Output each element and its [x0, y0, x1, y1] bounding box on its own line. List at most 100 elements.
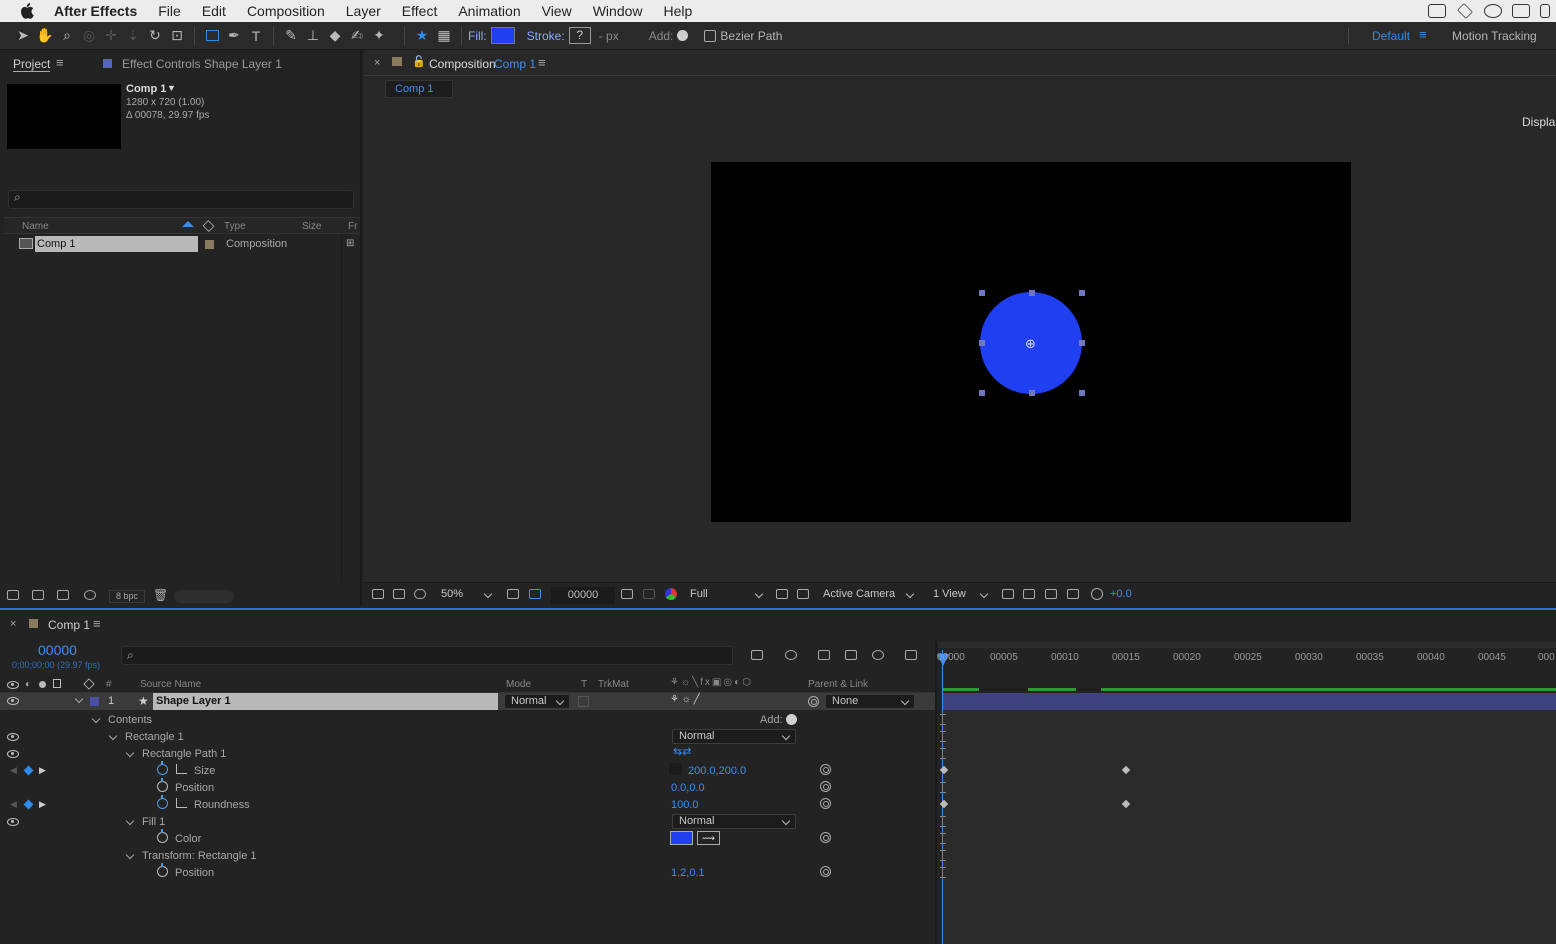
bbox-handle[interactable] [1029, 290, 1035, 296]
menu-animation[interactable]: Animation [458, 3, 520, 19]
video-toggle-icon[interactable] [7, 681, 19, 689]
item-label-chip[interactable] [205, 240, 214, 249]
color-channels-icon[interactable] [665, 588, 677, 600]
rect-path-chevron[interactable] [125, 748, 135, 758]
comp-info-name[interactable]: Comp 1 [126, 83, 166, 95]
layer-duration-bar[interactable] [943, 693, 1556, 710]
layer-name[interactable]: Shape Layer 1 [153, 693, 498, 710]
frame-blending-icon[interactable] [845, 650, 857, 660]
workspace-default[interactable]: Default [1372, 29, 1410, 43]
tposition-stopwatch-icon[interactable] [157, 863, 168, 877]
bbox-handle[interactable] [979, 290, 985, 296]
stroke-width-px[interactable]: - px [599, 29, 619, 43]
roundness-value[interactable]: 100.0 [671, 799, 699, 811]
flowchart-icon[interactable]: ⊞ [346, 238, 354, 249]
layer-label-chip[interactable] [90, 697, 99, 706]
roundness-pickwhip-icon[interactable] [820, 798, 831, 809]
dolly-camera-icon[interactable]: ⇣ [122, 25, 144, 47]
resolution-dropdown[interactable]: Full [683, 587, 769, 602]
bbox-handle[interactable] [979, 390, 985, 396]
menu-layer[interactable]: Layer [346, 3, 381, 19]
rect1-blend-dropdown[interactable]: Normal [672, 729, 796, 744]
fill1-chevron[interactable] [125, 816, 135, 826]
fill1-blend-dropdown[interactable]: Normal [672, 814, 796, 829]
cast-icon[interactable] [1428, 4, 1446, 18]
roi-icon[interactable] [776, 589, 788, 599]
pen-tool-icon[interactable]: ✒ [223, 25, 245, 47]
roundness-keyframe-toggle-icon[interactable] [23, 799, 34, 810]
position-value[interactable]: 0.0,0.0 [671, 782, 705, 794]
battery-icon[interactable] [1512, 4, 1530, 18]
fast-preview-icon[interactable] [1023, 589, 1035, 599]
color-pickwhip-icon[interactable] [820, 832, 831, 843]
add-content-icon[interactable] [786, 714, 797, 725]
trkmat-box[interactable] [578, 696, 589, 707]
rectangle-tool-icon[interactable] [201, 25, 223, 47]
timeline-menu-icon[interactable]: ≡ [93, 616, 101, 631]
size-link-icon[interactable] [669, 763, 682, 775]
bbox-handle[interactable] [979, 340, 985, 346]
stroke-label[interactable]: Stroke: [527, 29, 565, 43]
project-scroll[interactable] [174, 590, 234, 603]
vr-icon[interactable] [414, 589, 426, 599]
lock-column-icon[interactable] [53, 679, 61, 688]
roundness-graph-icon[interactable] [176, 798, 187, 808]
apple-icon[interactable] [18, 2, 36, 20]
menu-window[interactable]: Window [593, 3, 643, 19]
safe-zones-icon[interactable] [529, 589, 541, 599]
eraser-tool-icon[interactable]: ◆ [324, 25, 346, 47]
fill1-visibility-icon[interactable] [7, 818, 19, 826]
size-next-keyframe-icon[interactable]: ▶ [39, 765, 46, 776]
contents-chevron[interactable] [91, 714, 101, 724]
bpc-button[interactable]: 8 bpc [109, 590, 145, 603]
position-pickwhip-icon[interactable] [820, 781, 831, 792]
timeline-divider[interactable] [935, 640, 937, 944]
transform-chevron[interactable] [125, 850, 135, 860]
size-graph-icon[interactable] [176, 764, 187, 774]
workspace-motion-tracking[interactable]: Motion Tracking [1452, 29, 1537, 43]
col-source-name[interactable]: Source Name [140, 679, 201, 690]
show-snapshot-icon[interactable] [643, 589, 655, 599]
tab-composition-prefix[interactable]: Composition [429, 57, 496, 71]
pan-camera-icon[interactable]: ✛ [100, 25, 122, 47]
timeline-tab[interactable]: Comp 1 [48, 618, 90, 632]
tab-composition-name[interactable]: Comp 1 [494, 57, 536, 71]
anchor-point-tool-icon[interactable]: ⊡ [166, 25, 188, 47]
stroke-swatch[interactable]: ? [568, 27, 591, 44]
layer-expand-chevron[interactable] [74, 694, 84, 704]
tab-project[interactable]: Project [13, 57, 51, 72]
color-swatch[interactable] [670, 831, 693, 845]
col-parent[interactable]: Parent & Link [808, 679, 868, 690]
roundness-prev-keyframe-icon[interactable]: ◀ [10, 799, 17, 810]
menu-help[interactable]: Help [664, 3, 693, 19]
add-menu-icon[interactable] [677, 30, 689, 41]
project-menu-icon[interactable]: ≡ [56, 55, 64, 70]
timeline-search-input[interactable] [121, 646, 733, 665]
dropbox-icon[interactable] [1457, 3, 1473, 19]
timeline-timecode[interactable]: 00000 [38, 642, 77, 658]
project-item-comp1[interactable]: Comp 1 Composition ⊞ [4, 235, 360, 253]
bezier-checkbox[interactable] [704, 29, 717, 42]
clone-stamp-tool-icon[interactable]: ⊥ [302, 25, 324, 47]
comp-dropdown-icon[interactable]: ▼ [167, 83, 176, 93]
transform-label[interactable]: Transform: Rectangle 1 [142, 850, 257, 862]
close-icon[interactable]: × [374, 57, 380, 69]
timeline-close-icon[interactable]: × [10, 618, 16, 630]
notification-icon[interactable] [1540, 4, 1550, 18]
size-prev-keyframe-icon[interactable]: ◀ [10, 765, 17, 776]
fill-1-label[interactable]: Fill 1 [142, 816, 165, 828]
col-size[interactable]: Size [302, 221, 321, 232]
roundness-next-keyframe-icon[interactable]: ▶ [39, 799, 46, 810]
flowchart-view-icon[interactable] [1067, 589, 1079, 599]
menu-view[interactable]: View [542, 3, 572, 19]
toggle-pixel-aspect-icon[interactable] [1002, 589, 1014, 599]
size-pickwhip-icon[interactable] [820, 764, 831, 775]
fill-color-swatch[interactable] [490, 27, 515, 44]
color-stopwatch-icon[interactable] [157, 829, 168, 843]
type-tool-icon[interactable]: T [245, 25, 267, 47]
display-icon[interactable] [393, 589, 405, 599]
work-area-bar[interactable] [938, 642, 1556, 648]
col-type[interactable]: Type [224, 221, 246, 232]
eyedropper-icon[interactable]: ⟿ [697, 831, 720, 845]
menu-edit[interactable]: Edit [202, 3, 226, 19]
